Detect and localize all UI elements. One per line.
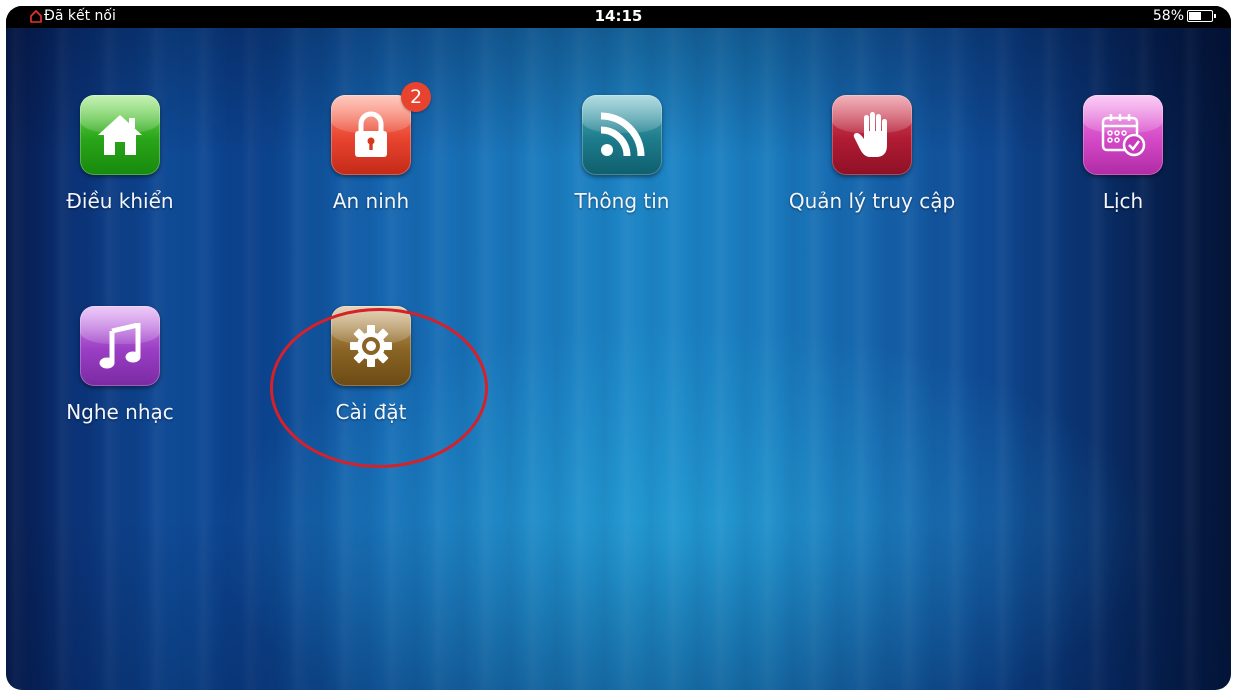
app-label: Thông tin xyxy=(574,189,670,213)
app-tile[interactable] xyxy=(331,306,411,386)
app-label: Điều khiển xyxy=(66,189,174,213)
status-bar: Đã kết nối 14:15 58% xyxy=(6,6,1231,28)
hand-icon xyxy=(853,112,887,157)
app-label: Lịch xyxy=(1102,189,1144,213)
status-time: 14:15 xyxy=(594,7,643,25)
home-icon xyxy=(98,115,142,155)
app-tile[interactable] xyxy=(80,95,160,175)
app-an-ninh[interactable]: 2 An ninh xyxy=(261,82,481,213)
app-label: Nghe nhạc xyxy=(66,400,174,424)
app-label: An ninh xyxy=(332,189,410,213)
rss-icon xyxy=(600,112,645,157)
lock-icon xyxy=(355,111,387,157)
app-tile[interactable] xyxy=(832,95,912,175)
app-tile[interactable] xyxy=(331,95,411,175)
battery-percent: 58% xyxy=(1152,8,1184,24)
app-label: Quản lý truy cập xyxy=(788,189,956,213)
app-tile[interactable] xyxy=(1083,95,1163,175)
battery-fill xyxy=(1189,12,1201,20)
app-label: Cài đặt xyxy=(335,400,407,424)
app-quan-ly-truy-cap[interactable]: Quản lý truy cập xyxy=(762,95,982,213)
battery-icon xyxy=(1187,10,1216,22)
battery-status: 58% xyxy=(1152,8,1216,24)
app-tile[interactable] xyxy=(582,95,662,175)
app-lich[interactable]: Lịch xyxy=(1013,95,1231,213)
calendar-icon xyxy=(1101,114,1146,157)
app-cai-dat[interactable]: Cài đặt xyxy=(261,306,481,424)
app-thong-tin[interactable]: Thông tin xyxy=(512,95,732,213)
gear-icon xyxy=(350,325,392,367)
home-screen: Đã kết nối 14:15 58% Điều khiển 2 An nin… xyxy=(6,6,1231,690)
app-tile[interactable] xyxy=(80,306,160,386)
notification-badge: 2 xyxy=(401,82,431,112)
music-note-icon xyxy=(99,323,141,369)
app-dieu-khien[interactable]: Điều khiển xyxy=(10,95,230,213)
app-nghe-nhac[interactable]: Nghe nhạc xyxy=(10,306,230,424)
